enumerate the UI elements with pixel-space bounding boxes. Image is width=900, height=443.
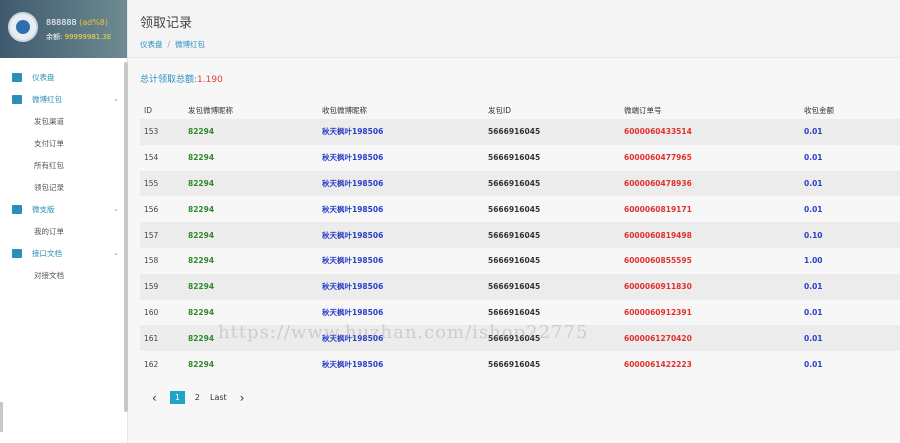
table-row: 158 82294 秋天枫叶198506 5666916045 600006085559…	[144, 256, 823, 266]
table-row: 160 82294 秋天枫叶198506 5666916045 600006091239…	[144, 307, 823, 317]
docs-icon	[12, 248, 22, 258]
table-row: 155 82294 秋天枫叶198506 5666916045 600006047893…	[140, 170, 900, 197]
chevron-down-icon: ⌄	[113, 249, 119, 257]
table-row: 157 82294 秋天枫叶198506 5666916045 600006081949…	[140, 222, 900, 248]
prev-page-button[interactable]: ‹	[152, 391, 157, 405]
col-id: ID	[144, 105, 152, 115]
sidebar-item-weibo-redpacket[interactable]: 微博红包 ⌄	[0, 88, 127, 110]
sidebar-item-integration-docs[interactable]: 对接文档	[0, 264, 127, 286]
records-table: ID 发包微博昵称 收包微博昵称 发包ID 微端订单号 收包金额 153 8229…	[140, 101, 900, 377]
sidebar-item-all-packets[interactable]: 所有红包	[0, 154, 127, 176]
breadcrumb: 仪表盘 / 微博红包	[140, 40, 206, 49]
table-row: 154 82294 秋天枫叶198506 5666916045 600006047796…	[144, 153, 823, 163]
profile-name: 888888 (ad%8)	[46, 18, 109, 27]
col-sender-name: 发包微博昵称	[188, 105, 233, 115]
page-title: 领取记录	[140, 16, 193, 31]
redpacket-icon	[12, 94, 22, 104]
sidebar-item-send-channel[interactable]: 发包渠道	[0, 110, 127, 132]
breadcrumb-current[interactable]: 微博红包	[175, 40, 205, 49]
page-2-button[interactable]: 2	[195, 393, 200, 402]
page-1-button[interactable]: 1	[169, 391, 185, 405]
table-header: ID 发包微博昵称 收包微博昵称 发包ID 微端订单号 收包金额	[140, 101, 900, 119]
dashboard-icon	[12, 72, 22, 82]
table-row: 162 82294 秋天枫叶198506 5666916045 600006142222…	[144, 359, 823, 369]
pagination: ‹ 1 2 Last ›	[140, 391, 888, 405]
summary-total: 总计领取总额:1.190	[140, 75, 223, 85]
sidebar: 888888 (ad%8) 余额: 99999981.3E 仪表盘 微博红包 ⌄ …	[0, 0, 128, 443]
page-header: 领取记录 仪表盘 / 微博红包	[128, 0, 900, 58]
col-amount: 收包金额	[804, 105, 834, 115]
sidebar-item-wechat[interactable]: 微支版 ⌄	[0, 198, 127, 220]
last-page-button[interactable]: Last	[210, 393, 227, 402]
col-receiver-name: 收包微博昵称	[322, 105, 367, 115]
page-scrollbar[interactable]	[0, 402, 3, 432]
col-sender-id: 发包ID	[488, 105, 511, 115]
sidebar-item-api-docs[interactable]: 接口文档 ⌄	[0, 242, 127, 264]
chevron-down-icon: ⌄	[113, 95, 119, 103]
grid-icon	[12, 204, 22, 214]
table-row: 161 82294 秋天枫叶198506 5666916045 600006127042…	[140, 325, 900, 352]
main-panel: 领取记录 仪表盘 / 微博红包 总计领取总额:1.190 ID 发包微博昵称 收包微…	[128, 0, 900, 443]
table-row: 156 82294 秋天枫叶198506 5666916045 600006081917…	[144, 204, 823, 214]
sidebar-item-pay-orders[interactable]: 支付订单	[0, 132, 127, 154]
sidebar-item-dashboard[interactable]: 仪表盘	[0, 66, 127, 88]
table-row: 153 82294 秋天枫叶198506 5666916045 600006043351…	[140, 119, 900, 145]
sidebar-item-claim-records[interactable]: 领包记录	[0, 176, 127, 198]
avatar[interactable]	[8, 12, 38, 42]
next-page-button[interactable]: ›	[240, 391, 245, 405]
chevron-down-icon: ⌄	[113, 205, 119, 213]
sidebar-item-my-orders[interactable]: 我的订单	[0, 220, 127, 242]
profile-card: 888888 (ad%8) 余额: 99999981.3E	[0, 0, 127, 58]
sidebar-menu: 仪表盘 微博红包 ⌄ 发包渠道 支付订单 所有红包 领包记录 微支版 ⌄ 我的订单 …	[0, 58, 127, 286]
table-row: 159 82294 秋天枫叶198506 5666916045 600006091183…	[140, 273, 900, 300]
breadcrumb-home[interactable]: 仪表盘	[140, 40, 163, 49]
content: 总计领取总额:1.190 ID 发包微博昵称 收包微博昵称 发包ID 微端订单号…	[128, 58, 900, 405]
profile-balance: 余额: 99999981.3E	[46, 33, 112, 41]
col-order: 微端订单号	[624, 105, 662, 115]
